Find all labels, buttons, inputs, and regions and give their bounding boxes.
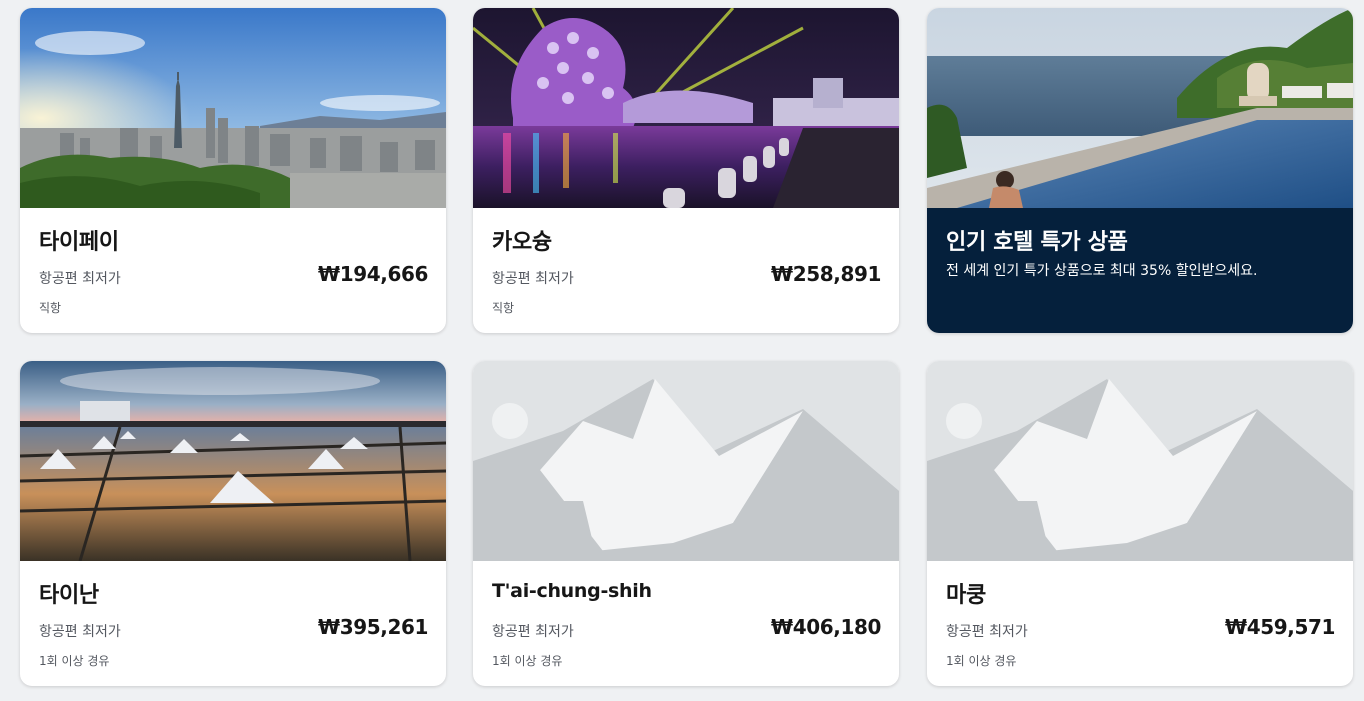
- promo-title: 인기 호텔 특가 상품: [946, 230, 1128, 255]
- destination-card-taipei[interactable]: 타이페이 항공편 최저가 ₩194,666 직항: [20, 8, 446, 333]
- mountain-placeholder-icon: [927, 361, 1353, 561]
- infinity-pool-photo: [927, 8, 1353, 208]
- destination-card-kaohsiung[interactable]: 카오슝 항공편 최저가 ₩258,891 직항: [473, 8, 899, 333]
- destination-card-tainan[interactable]: 타이난 항공편 최저가 ₩395,261 1회 이상 경유: [20, 361, 446, 686]
- price-value: ₩406,180: [771, 615, 881, 639]
- destination-name: T'ai-chung-shih: [492, 580, 652, 602]
- destination-name: 타이난: [39, 583, 99, 608]
- taipei-skyline-photo: [20, 8, 446, 208]
- stop-info: 1회 이상 경유: [492, 654, 563, 668]
- stop-info: 직항: [492, 301, 515, 315]
- destination-card-magong[interactable]: 마쿵 항공편 최저가 ₩459,571 1회 이상 경유: [927, 361, 1353, 686]
- price-label: 항공편 최저가: [39, 271, 121, 287]
- price-value: ₩194,666: [318, 262, 428, 286]
- price-value: ₩395,261: [318, 615, 428, 639]
- destination-name: 마쿵: [946, 583, 986, 608]
- price-value: ₩459,571: [1225, 615, 1335, 639]
- tainan-salt-field-photo: [20, 361, 446, 561]
- stop-info: 1회 이상 경유: [946, 654, 1017, 668]
- price-value: ₩258,891: [771, 262, 881, 286]
- price-label: 항공편 최저가: [492, 624, 574, 640]
- promo-description: 전 세계 인기 특가 상품으로 최대 35% 할인받으세요.: [946, 263, 1258, 279]
- price-label: 항공편 최저가: [492, 271, 574, 287]
- mountain-placeholder-icon: [473, 361, 899, 561]
- stop-info: 1회 이상 경유: [39, 654, 110, 668]
- hotel-deals-promo-card[interactable]: 인기 호텔 특가 상품 전 세계 인기 특가 상품으로 최대 35% 할인받으세…: [927, 8, 1353, 333]
- price-label: 항공편 최저가: [946, 624, 1028, 640]
- kaohsiung-night-harbor-photo: [473, 8, 899, 208]
- destination-name: 카오슝: [492, 230, 552, 255]
- destination-name: 타이페이: [39, 230, 119, 255]
- price-label: 항공편 최저가: [39, 624, 121, 640]
- destination-card-taichung[interactable]: T'ai-chung-shih 항공편 최저가 ₩406,180 1회 이상 경…: [473, 361, 899, 686]
- stop-info: 직항: [39, 301, 62, 315]
